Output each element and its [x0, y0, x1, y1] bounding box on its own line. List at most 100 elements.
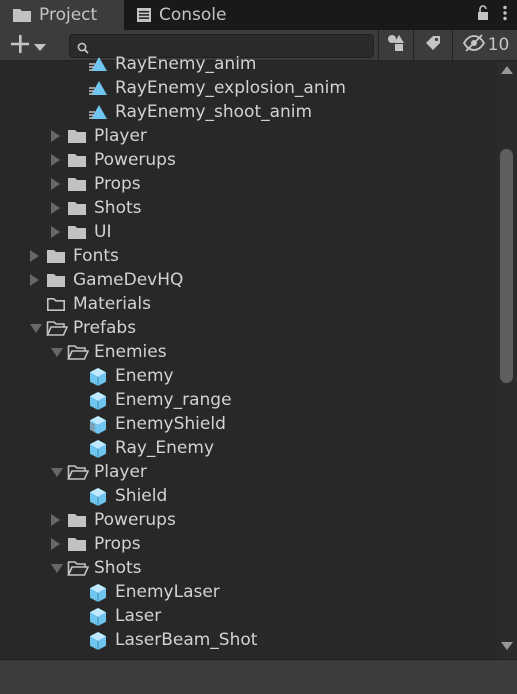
tree-item-label: Shots: [94, 558, 142, 578]
tree-item[interactable]: Props: [0, 532, 497, 556]
tree-item-label: Props: [94, 174, 141, 194]
tree-item[interactable]: RayEnemy_anim: [0, 54, 497, 76]
tree-item[interactable]: Ray_Enemy: [0, 436, 497, 460]
tree-item[interactable]: MPShot: [0, 652, 497, 655]
tab-label: Project: [39, 5, 98, 25]
folder-icon: [46, 247, 66, 269]
filter-by-type-icon: [386, 34, 406, 56]
open-folder-icon: [46, 319, 69, 341]
expanded-arrow-icon[interactable]: [51, 564, 63, 573]
animation-clip-icon: [88, 79, 108, 101]
collapsed-arrow-icon[interactable]: [30, 274, 39, 286]
tree-item-label: Enemies: [94, 342, 167, 362]
tree-item-label: Shield: [115, 486, 168, 506]
open-folder-icon: [67, 343, 90, 365]
project-tree: RayEnemy_anim RayEnemy_explosion_anim RayE…: [0, 54, 497, 655]
tree-item[interactable]: Enemy: [0, 364, 497, 388]
tree-item-label: Materials: [73, 294, 151, 314]
more-options-icon[interactable]: [503, 5, 507, 25]
collapsed-arrow-icon[interactable]: [51, 178, 60, 190]
scrollbar[interactable]: [497, 61, 517, 661]
tree-item[interactable]: GameDevHQ: [0, 268, 497, 292]
footer-bar: [0, 659, 517, 694]
tree-item[interactable]: Shield: [0, 484, 497, 508]
tree-item-label: Enemy: [115, 366, 174, 386]
folder-icon: [67, 223, 87, 245]
collapsed-arrow-icon[interactable]: [51, 130, 60, 142]
collapsed-arrow-icon[interactable]: [51, 154, 60, 166]
tree-item[interactable]: Materials: [0, 292, 497, 316]
tree-item-label: MPShot: [115, 652, 179, 655]
collapsed-arrow-icon[interactable]: [51, 538, 60, 550]
lock-icon[interactable]: [477, 5, 489, 25]
tree-item[interactable]: UI: [0, 220, 497, 244]
folder-icon: [67, 127, 87, 149]
tree-item[interactable]: EnemyShield: [0, 412, 497, 436]
animation-clip-icon: [88, 55, 108, 77]
tree-item[interactable]: RayEnemy_shoot_anim: [0, 100, 497, 124]
scroll-up-icon[interactable]: [501, 66, 513, 74]
folder-icon: [67, 151, 87, 173]
collapsed-arrow-icon[interactable]: [51, 226, 60, 238]
hidden-count: 10: [487, 35, 510, 55]
folder-icon: [46, 271, 66, 293]
tree-item-label: GameDevHQ: [73, 270, 184, 290]
tree-item-label: EnemyShield: [115, 414, 226, 434]
tree-item[interactable]: Prefabs: [0, 316, 497, 340]
open-folder-icon: [67, 463, 90, 485]
tree-item-label: Prefabs: [73, 318, 137, 338]
tree-item[interactable]: Laser: [0, 604, 497, 628]
scrollbar-thumb[interactable]: [500, 149, 513, 383]
tree-item-label: Powerups: [94, 510, 176, 530]
tree-item-label: Powerups: [94, 150, 176, 170]
console-icon: [136, 7, 152, 23]
expanded-arrow-icon[interactable]: [30, 324, 42, 333]
tree-item-label: Laser: [115, 606, 162, 626]
tree-item[interactable]: Powerups: [0, 508, 497, 532]
expanded-arrow-icon[interactable]: [51, 348, 63, 357]
search-input[interactable]: [94, 36, 368, 56]
tree-item-label: Enemy_range: [115, 390, 232, 410]
collapsed-arrow-icon[interactable]: [30, 250, 39, 262]
tree-item[interactable]: RayEnemy_explosion_anim: [0, 76, 497, 100]
tab-console[interactable]: Console: [124, 0, 249, 30]
tree-item[interactable]: LaserBeam_Shot: [0, 628, 497, 652]
tree-item-label: LaserBeam_Shot: [115, 630, 258, 650]
expanded-arrow-icon[interactable]: [51, 468, 63, 477]
collapsed-arrow-icon[interactable]: [51, 514, 60, 526]
tree-item[interactable]: Enemies: [0, 340, 497, 364]
tree-item-label: Fonts: [73, 246, 119, 266]
folder-icon: [67, 175, 87, 197]
tree-item-label: RayEnemy_anim: [115, 54, 257, 74]
tree-item-label: Shots: [94, 198, 142, 218]
folder-icon: [12, 7, 32, 23]
tree-item-label: RayEnemy_shoot_anim: [115, 102, 313, 122]
tree-item-label: Ray_Enemy: [115, 438, 215, 458]
tab-project[interactable]: Project: [0, 0, 124, 30]
label-icon: [424, 34, 442, 56]
tree-item-label: EnemyLaser: [115, 582, 220, 602]
tree-item[interactable]: EnemyLaser: [0, 580, 497, 604]
tree-item[interactable]: Player: [0, 124, 497, 148]
tree-item[interactable]: Props: [0, 172, 497, 196]
chevron-down-icon: [34, 37, 46, 56]
tab-bar: Project Console: [0, 0, 517, 30]
tree-item[interactable]: Player: [0, 460, 497, 484]
tree-item-label: Props: [94, 534, 141, 554]
folder-icon: [67, 199, 87, 221]
tree-item-label: RayEnemy_explosion_anim: [115, 78, 346, 98]
tree-item[interactable]: Enemy_range: [0, 388, 497, 412]
tree-item-label: UI: [94, 222, 112, 242]
animation-clip-icon: [88, 103, 108, 125]
tree-item[interactable]: Shots: [0, 196, 497, 220]
tab-label: Console: [159, 5, 227, 25]
folder-icon: [67, 535, 87, 557]
scroll-down-icon[interactable]: [501, 642, 513, 650]
hidden-packages-icon: [462, 34, 486, 56]
tree-item[interactable]: Fonts: [0, 244, 497, 268]
folder-icon: [67, 511, 87, 533]
tree-item[interactable]: Powerups: [0, 148, 497, 172]
tree-item[interactable]: Shots: [0, 556, 497, 580]
collapsed-arrow-icon[interactable]: [51, 202, 60, 214]
tree-item-label: Player: [94, 462, 147, 482]
